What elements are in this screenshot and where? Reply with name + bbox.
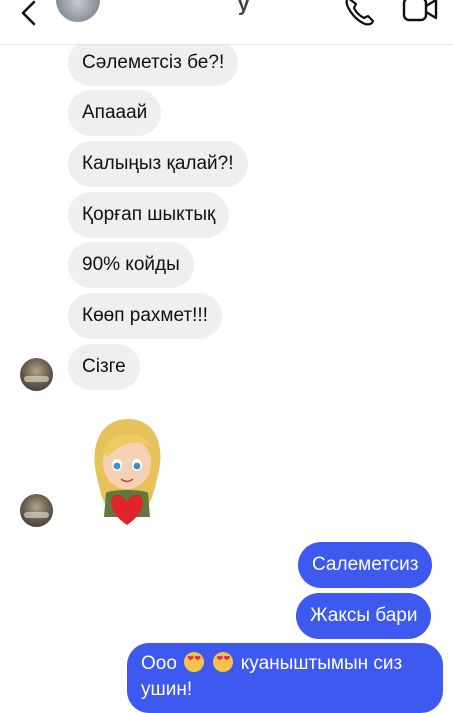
message-bubble-incoming[interactable]: 90% койды xyxy=(68,242,194,288)
message-bubble-outgoing[interactable]: Ооо куаныштымын сиз ушин! xyxy=(127,643,443,713)
message-bubble-incoming[interactable]: Сізге xyxy=(68,344,140,390)
heart-eyes-emoji-icon xyxy=(213,652,234,672)
contact-avatar[interactable] xyxy=(56,0,100,22)
chevron-left-icon[interactable] xyxy=(14,0,44,32)
sender-avatar[interactable] xyxy=(20,494,53,527)
message-bubble-outgoing[interactable]: Салеметсиз xyxy=(298,542,433,588)
sticker-girl-heart-icon[interactable] xyxy=(86,413,168,529)
message-text: куаныштымын сиз ушин! xyxy=(141,653,403,700)
heart-eyes-emoji-icon xyxy=(184,652,205,672)
message-prefix: Ооо xyxy=(141,653,177,674)
message-bubble-incoming[interactable]: Сәлеметсіз бе?! xyxy=(68,40,239,86)
message-bubble-incoming[interactable]: Көөп рахмет!!! xyxy=(68,293,222,339)
chat-header: у xyxy=(0,0,453,45)
phone-icon[interactable] xyxy=(342,0,376,28)
sender-avatar[interactable] xyxy=(20,358,53,391)
video-camera-icon[interactable] xyxy=(400,0,440,28)
contact-name[interactable]: у xyxy=(238,0,250,17)
message-bubble-incoming[interactable]: Калыңыз қалай?! xyxy=(68,141,248,187)
message-bubble-outgoing[interactable]: Жаксы бари xyxy=(296,593,432,639)
message-bubble-incoming[interactable]: Қорғап шыктық xyxy=(68,192,230,238)
message-bubble-incoming[interactable]: Апааай xyxy=(68,90,162,136)
